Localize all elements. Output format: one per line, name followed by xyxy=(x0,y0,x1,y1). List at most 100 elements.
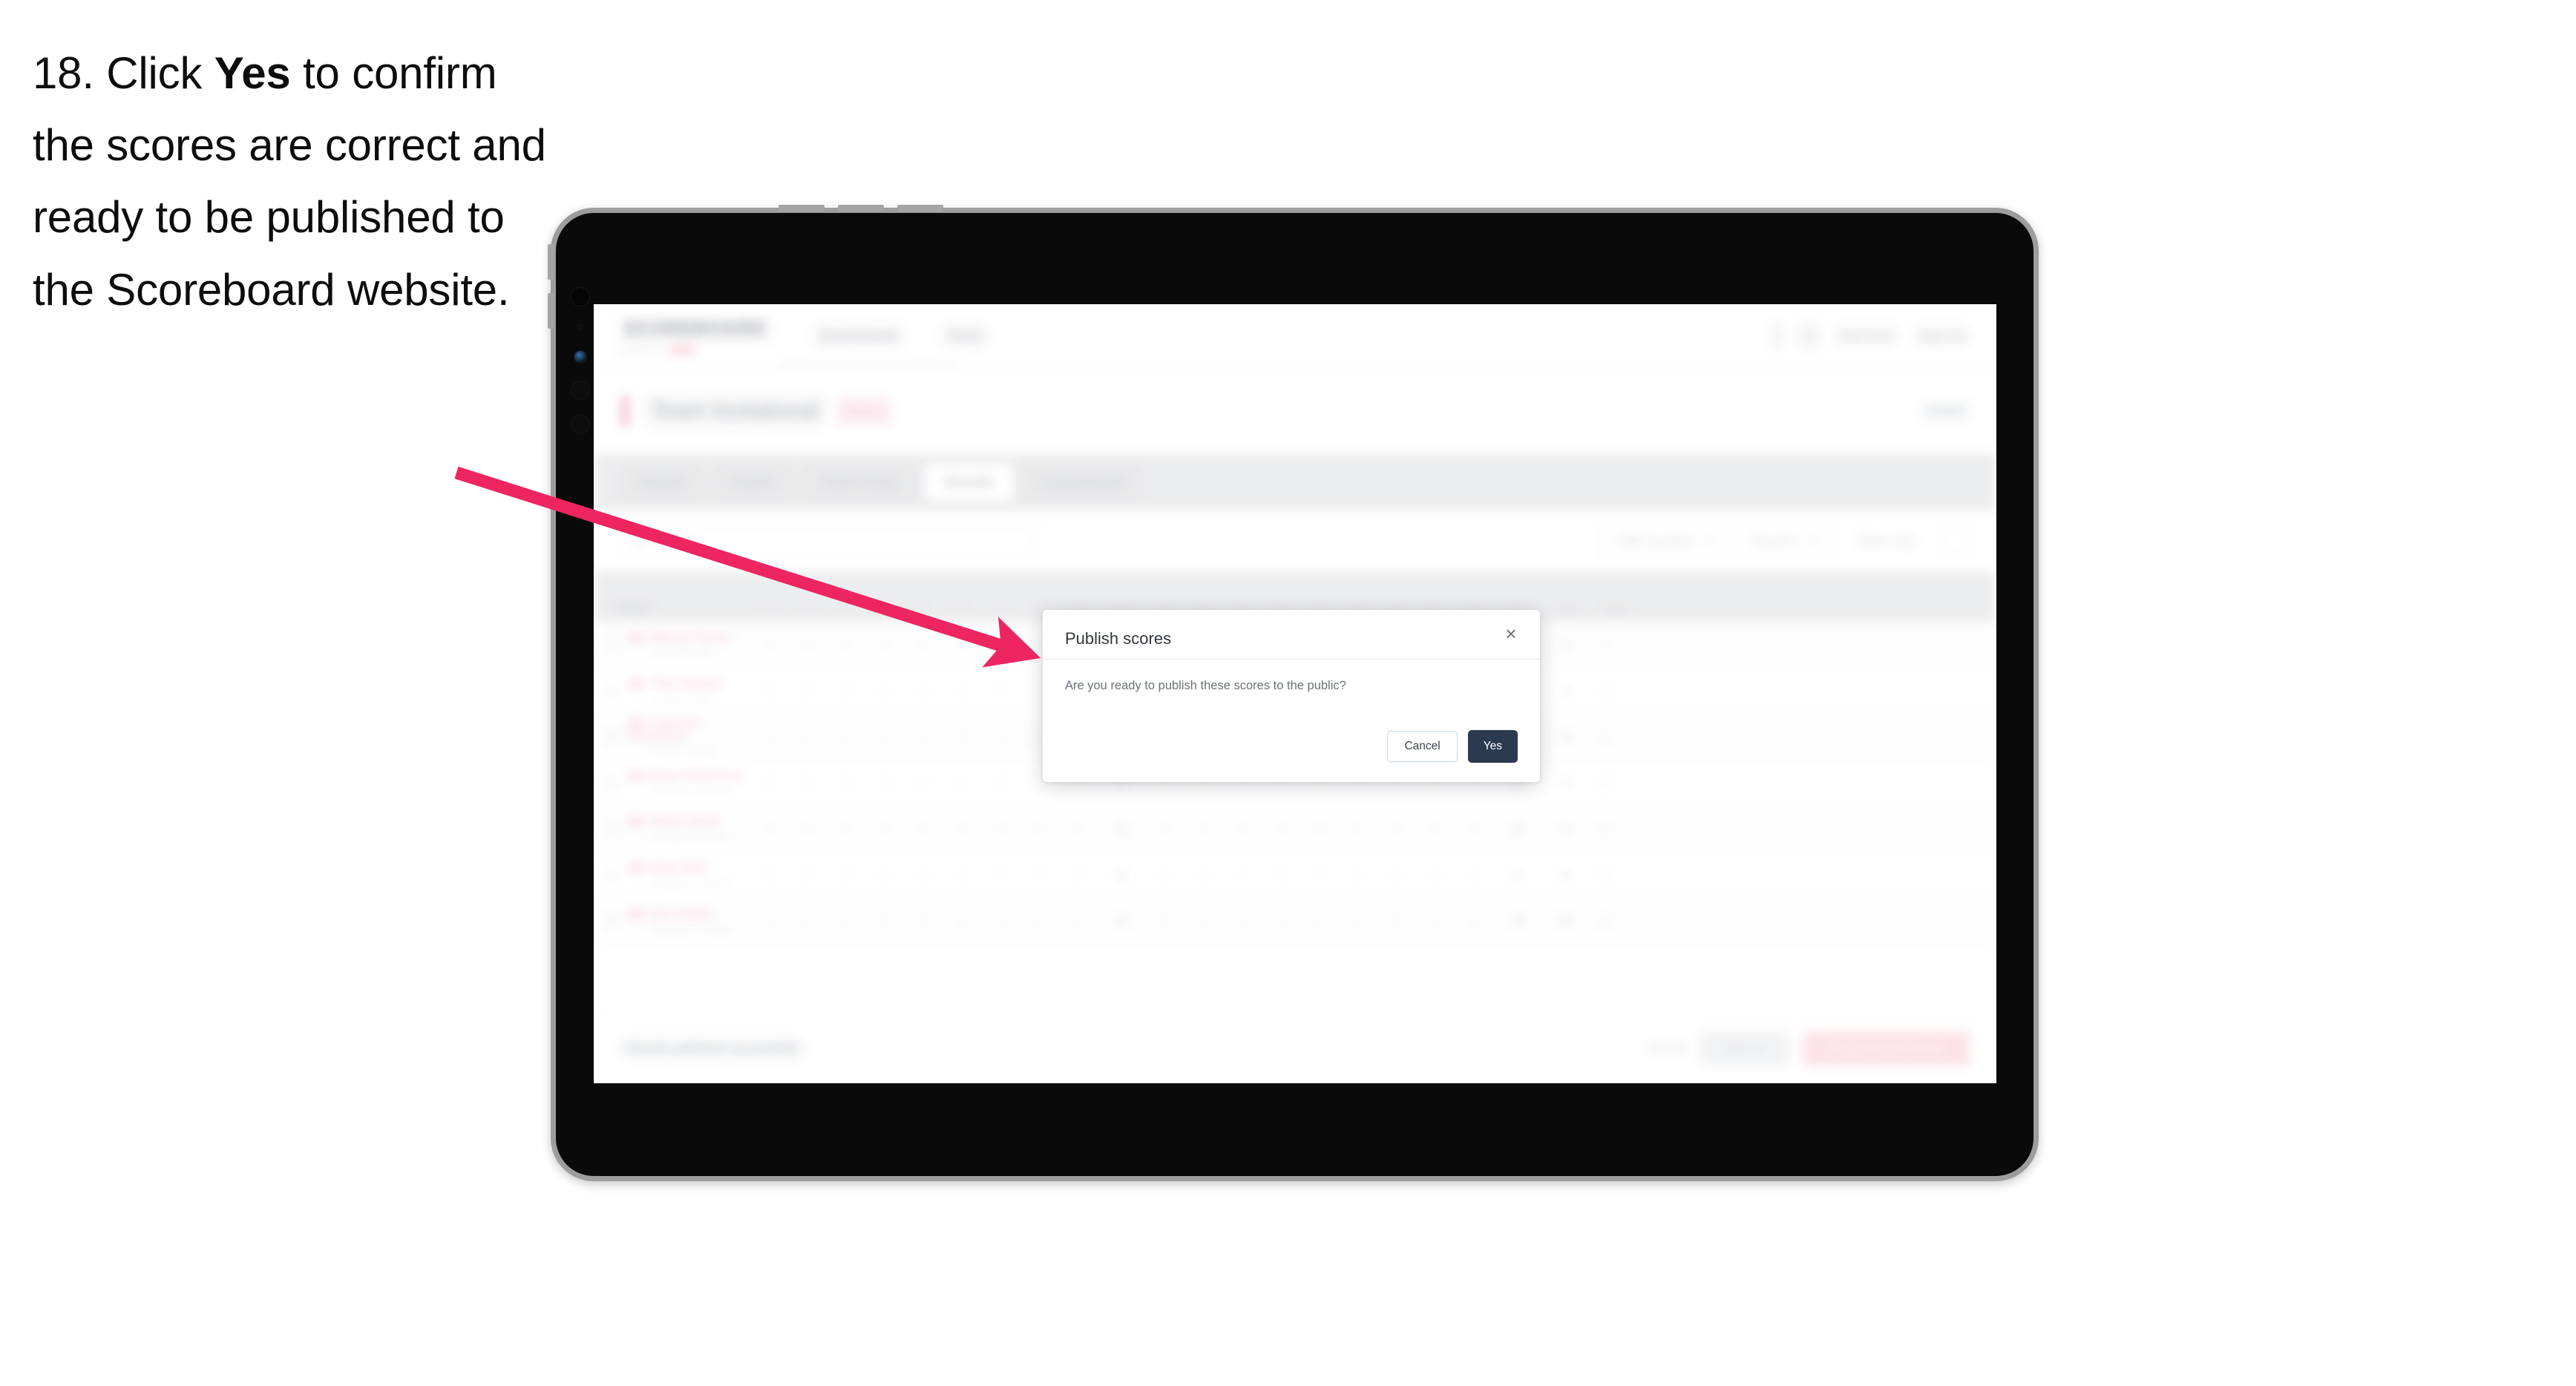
cell-hole-score[interactable]: 4 xyxy=(1416,915,1455,927)
cell-hole-score[interactable]: 4 xyxy=(1223,915,1262,927)
cell-score[interactable]: +1 xyxy=(1588,777,1621,789)
device-top-button-3[interactable] xyxy=(897,205,943,211)
cell-hole-score[interactable]: 5 xyxy=(788,685,827,697)
cell-hole-score[interactable]: 4 xyxy=(1184,869,1223,881)
cell-hole-score[interactable]: 4 xyxy=(1223,869,1262,881)
cell-in[interactable]: 37 xyxy=(1493,869,1542,881)
cell-hole-score[interactable]: 4 xyxy=(865,869,904,881)
device-volume-down-button[interactable] xyxy=(548,293,554,329)
footer-save-button[interactable]: Save all xyxy=(1700,1031,1790,1065)
device-volume-up-button[interactable] xyxy=(548,244,554,280)
cell-hole-score[interactable]: 4 xyxy=(750,685,788,697)
cell-hole-score[interactable]: 4 xyxy=(788,777,827,789)
cell-hole-score[interactable]: 5 xyxy=(1377,915,1416,927)
cell-hole-score[interactable]: 5 xyxy=(1020,915,1058,927)
cell-hole-score[interactable]: 5 xyxy=(904,915,943,927)
cell-score[interactable]: +8 xyxy=(1588,915,1621,927)
filter-team-dropdown[interactable]: Filter by team xyxy=(1604,524,1727,558)
cell-hole-score[interactable]: 4 xyxy=(788,731,827,743)
cell-score[interactable]: -1 xyxy=(1588,639,1621,651)
cell-hole-score[interactable]: 4 xyxy=(981,823,1020,835)
cell-hole-score[interactable]: 5 xyxy=(750,731,788,743)
cell-in[interactable]: 39 xyxy=(1493,915,1542,927)
tab-teams[interactable]: Teams xyxy=(712,464,795,501)
cell-hole-score[interactable]: 5 xyxy=(1058,869,1097,881)
cell-hole-score[interactable]: 4 xyxy=(1300,869,1339,881)
cell-hole-score[interactable]: 3 xyxy=(943,777,981,789)
cell-hole-score[interactable]: 4 xyxy=(788,823,827,835)
cell-hole-score[interactable]: 4 xyxy=(943,685,981,697)
cell-hole-score[interactable]: 3 xyxy=(827,731,865,743)
device-top-button-1[interactable] xyxy=(779,205,825,211)
cell-hole-score[interactable]: 4 xyxy=(1339,915,1377,927)
cell-hole-score[interactable]: 5 xyxy=(865,915,904,927)
cell-hole-score[interactable]: 5 xyxy=(943,731,981,743)
cell-hole-score[interactable]: 5 xyxy=(1146,823,1184,835)
cell-hole-score[interactable]: 4 xyxy=(1184,823,1223,835)
tab-score-entry[interactable]: Score Entry xyxy=(802,464,918,501)
cell-out[interactable]: 36 xyxy=(1097,823,1146,835)
row-checkbox[interactable] xyxy=(594,775,628,789)
cell-hole-score[interactable]: 4 xyxy=(865,685,904,697)
cell-hole-score[interactable]: 5 xyxy=(1058,823,1097,835)
cell-hole-score[interactable]: 4 xyxy=(750,869,788,881)
cell-hole-score[interactable]: 4 xyxy=(1377,823,1416,835)
cell-hole-score[interactable]: 4 xyxy=(750,639,788,651)
cell-hole-score[interactable]: 3 xyxy=(943,869,981,881)
cell-hole-score[interactable]: 4 xyxy=(865,777,904,789)
cell-total[interactable]: 73 xyxy=(1542,777,1588,789)
cell-hole-score[interactable]: 4 xyxy=(1262,869,1300,881)
cell-hole-score[interactable]: 4 xyxy=(904,731,943,743)
cell-hole-score[interactable]: 4 xyxy=(865,823,904,835)
cell-hole-score[interactable]: 5 xyxy=(750,915,788,927)
cell-hole-score[interactable]: 4 xyxy=(1058,915,1097,927)
cell-score[interactable]: +1 xyxy=(1588,685,1621,697)
event-right-link[interactable]: Event xyxy=(1921,401,1970,421)
cell-out[interactable]: 41 xyxy=(1097,915,1146,927)
cell-hole-score[interactable]: 4 xyxy=(981,685,1020,697)
cell-in[interactable]: 38 xyxy=(1493,823,1542,835)
cell-hole-score[interactable]: 4 xyxy=(1455,823,1493,835)
cell-total[interactable]: 75 xyxy=(1542,869,1588,881)
footer-publish-button[interactable]: Publish these scores xyxy=(1803,1031,1970,1065)
row-checkbox[interactable] xyxy=(594,729,628,743)
cell-hole-score[interactable]: 5 xyxy=(1146,869,1184,881)
table-row[interactable]: Ryan Britt Northgate University 4 5 4 4 5 3 4 4 5 3… xyxy=(594,852,1996,898)
cell-score[interactable]: +1 xyxy=(1588,731,1621,743)
row-checkbox[interactable] xyxy=(594,683,628,697)
cell-total[interactable]: 71 xyxy=(1542,639,1588,651)
filter-scope-dropdown[interactable]: Team only xyxy=(1844,524,1928,558)
cell-hole-score[interactable]: 4 xyxy=(865,731,904,743)
cancel-button[interactable]: Cancel xyxy=(1387,731,1458,762)
cell-hole-score[interactable]: 4 xyxy=(1339,823,1377,835)
search-input[interactable]: Search xyxy=(620,524,1036,558)
row-checkbox[interactable] xyxy=(594,637,628,651)
row-checkbox[interactable] xyxy=(594,867,628,881)
cell-hole-score[interactable]: 4 xyxy=(827,869,865,881)
cell-hole-score[interactable]: 3 xyxy=(827,685,865,697)
tab-leaderboard[interactable]: Leaderboard xyxy=(1020,464,1144,501)
cell-hole-score[interactable]: 4 xyxy=(981,731,1020,743)
close-icon[interactable]: × xyxy=(1501,624,1521,644)
cell-hole-score[interactable]: 3 xyxy=(827,639,865,651)
cell-hole-score[interactable]: 4 xyxy=(1455,915,1493,927)
cell-hole-score[interactable]: 4 xyxy=(904,685,943,697)
cell-hole-score[interactable]: 5 xyxy=(788,915,827,927)
cell-hole-score[interactable]: 5 xyxy=(1300,915,1339,927)
cell-hole-score[interactable]: 5 xyxy=(904,777,943,789)
nav-item-scoreboard[interactable]: Scoreboard xyxy=(813,325,904,346)
cell-hole-score[interactable]: 4 xyxy=(1020,823,1058,835)
table-row[interactable]: Nick Bailey Northgate University 5 5 4 5 5 4 4 5 4… xyxy=(594,898,1996,944)
cell-hole-score[interactable]: 4 xyxy=(904,823,943,835)
cell-hole-score[interactable]: 4 xyxy=(981,915,1020,927)
cell-total[interactable]: 74 xyxy=(1542,823,1588,835)
cell-hole-score[interactable]: 4 xyxy=(943,639,981,651)
filter-round-dropdown[interactable]: Round 1 xyxy=(1738,524,1832,558)
cell-out[interactable]: 38 xyxy=(1097,869,1146,881)
cell-hole-score[interactable]: 4 xyxy=(1339,869,1377,881)
cell-hole-score[interactable]: 4 xyxy=(750,777,788,789)
cell-hole-score[interactable]: 4 xyxy=(1416,823,1455,835)
cell-hole-score[interactable]: 5 xyxy=(904,639,943,651)
cell-total[interactable]: 80 xyxy=(1542,915,1588,927)
cell-hole-score[interactable]: 4 xyxy=(827,777,865,789)
